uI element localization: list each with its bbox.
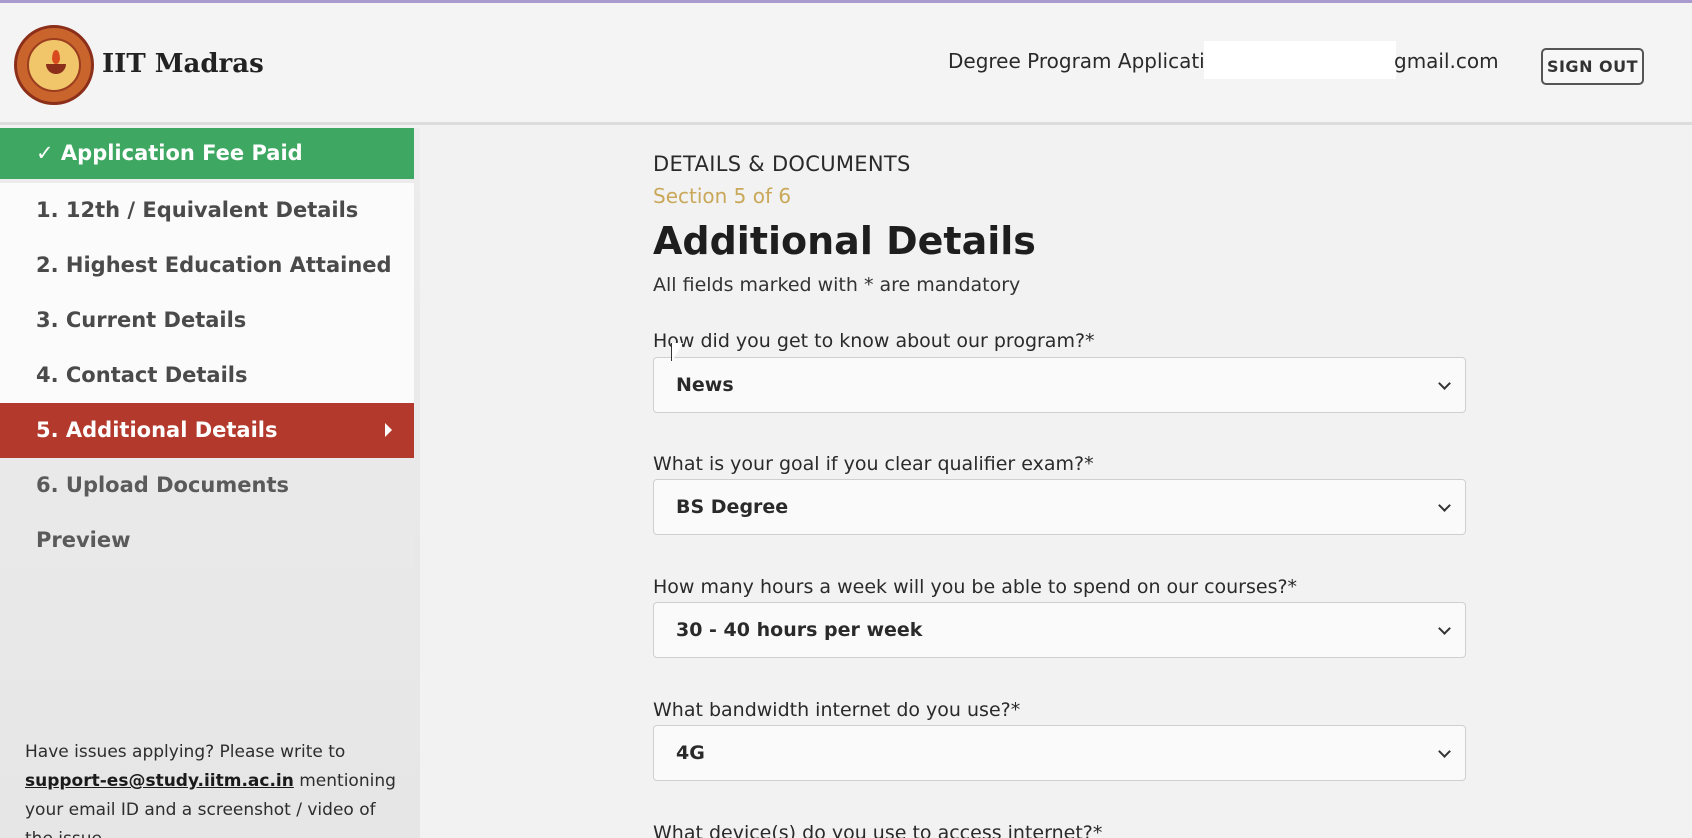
iit-madras-logo-icon <box>14 25 94 105</box>
help-prefix: Have issues applying? Please write to <box>25 742 346 762</box>
brand-name: IIT Madras <box>102 49 264 79</box>
question-label-bandwidth: What bandwidth internet do you use?* <box>653 699 1021 721</box>
support-help-text: Have issues applying? Please write to su… <box>25 738 405 838</box>
page-title: Additional Details <box>653 219 1036 263</box>
user-email: gmail.com <box>1394 49 1499 73</box>
sidebar: ✓ Application Fee Paid 1. 12th / Equival… <box>0 128 420 838</box>
sidebar-item-12th-details[interactable]: 1. 12th / Equivalent Details <box>0 183 414 238</box>
question-label-hours: How many hours a week will you be able t… <box>653 576 1298 598</box>
sidebar-item-additional-details[interactable]: 5. Additional Details <box>0 403 414 458</box>
sidebar-item-application-fee-paid[interactable]: ✓ Application Fee Paid <box>0 128 414 179</box>
goal-select[interactable]: BS Degree <box>653 479 1466 535</box>
chevron-down-icon <box>1438 745 1451 758</box>
mouse-cursor-icon <box>671 343 683 363</box>
app-header: IIT Madras Degree Program Application gm… <box>0 3 1692 125</box>
source-select[interactable]: News <box>653 357 1466 413</box>
chevron-down-icon <box>1438 377 1451 390</box>
mandatory-note: All fields marked with * are mandatory <box>653 274 1021 296</box>
sidebar-item-contact-details[interactable]: 4. Contact Details <box>0 348 414 403</box>
section-title: DETAILS & DOCUMENTS <box>653 152 911 176</box>
sidebar-item-preview[interactable]: Preview <box>0 513 414 568</box>
main-content: DETAILS & DOCUMENTS Section 5 of 6 Addit… <box>420 128 1692 838</box>
hours-select-value: 30 - 40 hours per week <box>676 619 923 641</box>
sidebar-item-label: 5. Additional Details <box>36 418 278 442</box>
program-label: Degree Program Application <box>948 49 1230 73</box>
question-label-device: What device(s) do you use to access inte… <box>653 822 1103 838</box>
sidebar-item-current-details[interactable]: 3. Current Details <box>0 293 414 348</box>
source-select-value: News <box>676 374 734 396</box>
redacted-email-block <box>1204 41 1396 79</box>
question-label-goal: What is your goal if you clear qualifier… <box>653 453 1094 475</box>
caret-right-icon <box>385 423 392 437</box>
sign-out-button[interactable]: SIGN OUT <box>1541 48 1644 85</box>
support-email-link[interactable]: support-es@study.iitm.ac.in <box>25 771 294 791</box>
goal-select-value: BS Degree <box>676 496 789 518</box>
sidebar-item-upload-documents[interactable]: 6. Upload Documents <box>0 458 414 513</box>
bandwidth-select-value: 4G <box>676 742 705 764</box>
bandwidth-select[interactable]: 4G <box>653 725 1466 781</box>
hours-select[interactable]: 30 - 40 hours per week <box>653 602 1466 658</box>
chevron-down-icon <box>1438 622 1451 635</box>
sidebar-item-highest-education[interactable]: 2. Highest Education Attained <box>0 238 414 293</box>
section-counter: Section 5 of 6 <box>653 184 792 208</box>
question-label-source: How did you get to know about our progra… <box>653 330 1095 352</box>
chevron-down-icon <box>1438 499 1451 512</box>
